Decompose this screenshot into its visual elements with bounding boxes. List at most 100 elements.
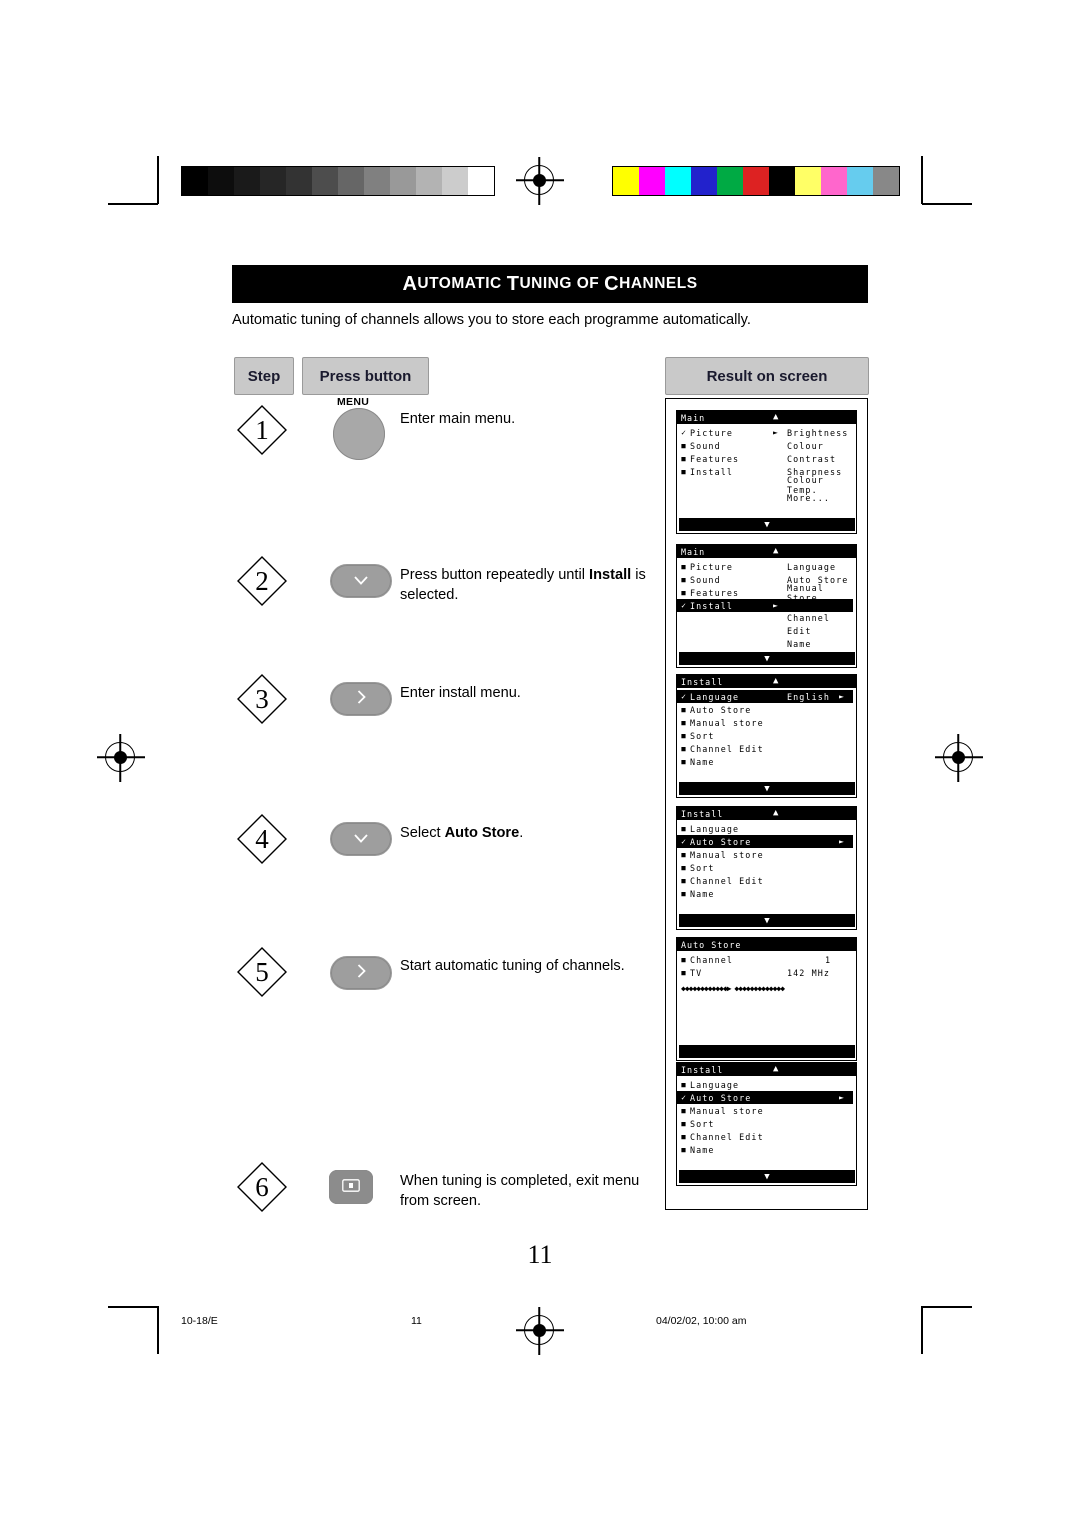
bullet-icon: ■	[681, 757, 686, 766]
step-4-number-text: 4	[255, 823, 269, 854]
osd6-label-language: Language	[690, 1079, 740, 1090]
osd6-row-language: ■ Language	[677, 1078, 856, 1091]
crop-mark-tr-h	[922, 203, 972, 205]
bullet-icon: ■	[681, 1080, 686, 1089]
osd4-label-manual-store: Manual store	[690, 849, 764, 860]
osd1-rows: ✓ Picture ► Brightness ■ Sound Colour ■ Featur…	[677, 424, 856, 504]
osd2-label-features: Features	[690, 587, 740, 598]
osd4-label-sort: Sort	[690, 862, 715, 873]
bullet-icon: ■	[681, 588, 686, 597]
osd6-rows: ■ Language ✓ Auto Store ► ■ Manual store ■ So…	[677, 1076, 856, 1156]
osd6-label-manual-store: Manual store	[690, 1105, 764, 1116]
bullet-icon: ■	[681, 562, 686, 571]
osd-screen-auto-store-progress: Auto Store ■ Channel 1 ■ TV 142 MHz ◆◆◆◆◆◆◆◆…	[676, 937, 857, 1061]
osd4-rows: ■ Language ✓ Auto Store ► ■ Manual store ■ So…	[677, 820, 856, 900]
check-icon: ✓	[681, 601, 686, 610]
step-number-1: 1	[236, 404, 288, 456]
osd2-label-install: Install	[690, 600, 733, 611]
osd-screen-main-picture: Main ▲ ✓ Picture ► Brightness ■ Sound Colour …	[676, 410, 857, 534]
osd2-header: Main ▲	[677, 545, 856, 558]
osd4-row-channel-edit: ■ Channel Edit	[677, 874, 856, 887]
osd5-title: Auto Store	[681, 939, 742, 950]
osd4-label-language: Language	[690, 823, 740, 834]
osd1-label-picture: Picture	[690, 427, 733, 438]
step-2-description: Press button repeatedly until Install is…	[400, 566, 650, 605]
osd4-label-channel-edit: Channel Edit	[690, 875, 764, 886]
step-1-number-text: 1	[255, 414, 269, 445]
step-4-text-bold: Auto Store	[444, 825, 520, 841]
bullet-icon: ■	[681, 441, 686, 450]
cursor-down-button-2[interactable]	[330, 822, 392, 856]
screen-icon	[342, 1178, 360, 1196]
osd5-label-channel: Channel	[690, 954, 733, 965]
osd-screen-install-language: Install ▲ ✓ Language English ► ■ Auto Store …	[676, 674, 857, 798]
bullet-icon: ■	[681, 1119, 686, 1128]
osd3-row-name: ■ Name	[677, 755, 856, 768]
exit-menu-button[interactable]	[329, 1170, 373, 1204]
step-number-5: 5	[236, 946, 288, 998]
check-icon: ✓	[681, 837, 686, 846]
column-header-press-button: Press button	[302, 357, 429, 395]
osd2-sub-channel-edit: Channel Edit	[787, 613, 830, 636]
step-4-text-tail: .	[519, 825, 524, 841]
title-cap-2: T	[506, 272, 520, 295]
bullet-icon: ■	[681, 876, 686, 885]
osd4-label-name: Name	[690, 888, 715, 899]
cursor-down-button[interactable]	[330, 564, 392, 598]
title-rest-2: UNING OF	[519, 275, 600, 292]
bullet-icon: ■	[681, 705, 686, 714]
step-number-3: 3	[236, 673, 288, 725]
osd3-label-language: Language	[690, 691, 740, 702]
osd1-scroll-up-icon: ▲	[773, 412, 780, 422]
intro-text: Automatic tuning of channels allows you …	[232, 312, 751, 328]
osd5-value-frequency: 142 MHz	[787, 967, 830, 978]
osd3-header: Install ▲	[677, 675, 856, 688]
step-3-description: Enter install menu.	[400, 685, 521, 701]
step-1-description: Enter main menu.	[400, 411, 516, 427]
osd1-col2-colour: Colour	[787, 440, 824, 451]
chevron-right-icon	[357, 690, 366, 708]
osd3-row-auto-store: ■ Auto Store	[677, 703, 856, 716]
osd3-label-name: Name	[690, 756, 715, 767]
manual-page: A UTOMATIC T UNING OF C HANNELS Automatic t…	[0, 0, 1080, 1528]
osd-screen-install-autostore: Install ▲ ■ Language ✓ Auto Store ► ■ Manual…	[676, 806, 857, 930]
osd1-label-install: Install	[690, 466, 733, 477]
osd1-col2-brightness: Brightness	[787, 427, 849, 438]
bullet-icon: ■	[681, 955, 686, 964]
chevron-right-icon-2	[357, 964, 366, 982]
cursor-right-button-2[interactable]	[330, 956, 392, 990]
osd1-col2-more: More...	[787, 492, 830, 503]
crop-mark-br-v	[921, 1306, 923, 1354]
menu-button[interactable]	[333, 408, 385, 460]
step-3-number-text: 3	[255, 683, 269, 714]
osd4-row-name: ■ Name	[677, 887, 856, 900]
osd3-scroll-up-icon: ▲	[773, 676, 780, 686]
crop-mark-bl-v	[157, 1306, 159, 1354]
osd2-arrow-install: ►	[773, 601, 778, 610]
osd6-row-auto-store-selected: ✓ Auto Store ►	[677, 1091, 853, 1104]
osd2-sub-sort: Sort	[787, 600, 812, 610]
menu-button-caption: MENU	[337, 396, 370, 408]
step-number-4: 4	[236, 813, 288, 865]
osd6-header: Install ▲	[677, 1063, 856, 1076]
osd5-value-channel: 1	[825, 954, 832, 965]
step-2-number-text: 2	[255, 565, 269, 596]
osd3-label-auto-store: Auto Store	[690, 704, 752, 715]
osd3-row-language-selected: ✓ Language English ►	[677, 690, 853, 703]
osd3-label-channel-edit: Channel Edit	[690, 743, 764, 754]
bullet-icon: ■	[681, 718, 686, 727]
check-icon: ✓	[681, 428, 686, 437]
footer-left: 10-18/E	[181, 1315, 218, 1327]
osd6-row-sort: ■ Sort	[677, 1117, 856, 1130]
step-2-text-bold: Install	[589, 567, 632, 583]
crop-mark-tl-v	[157, 156, 159, 204]
osd1-row-5: Colour Temp.	[677, 475, 856, 495]
crop-mark-tr-v	[921, 156, 923, 204]
registration-mark-left	[105, 742, 135, 772]
osd4-arrow-auto-store: ►	[839, 837, 844, 846]
osd2-scroll-down: ▼	[679, 652, 855, 665]
cursor-right-button-1[interactable]	[330, 682, 392, 716]
osd1-row-features: ■ Features Contrast	[677, 452, 856, 465]
osd2-title: Main	[681, 546, 706, 557]
step-2-text-lead: Press button repeatedly until	[400, 567, 590, 583]
